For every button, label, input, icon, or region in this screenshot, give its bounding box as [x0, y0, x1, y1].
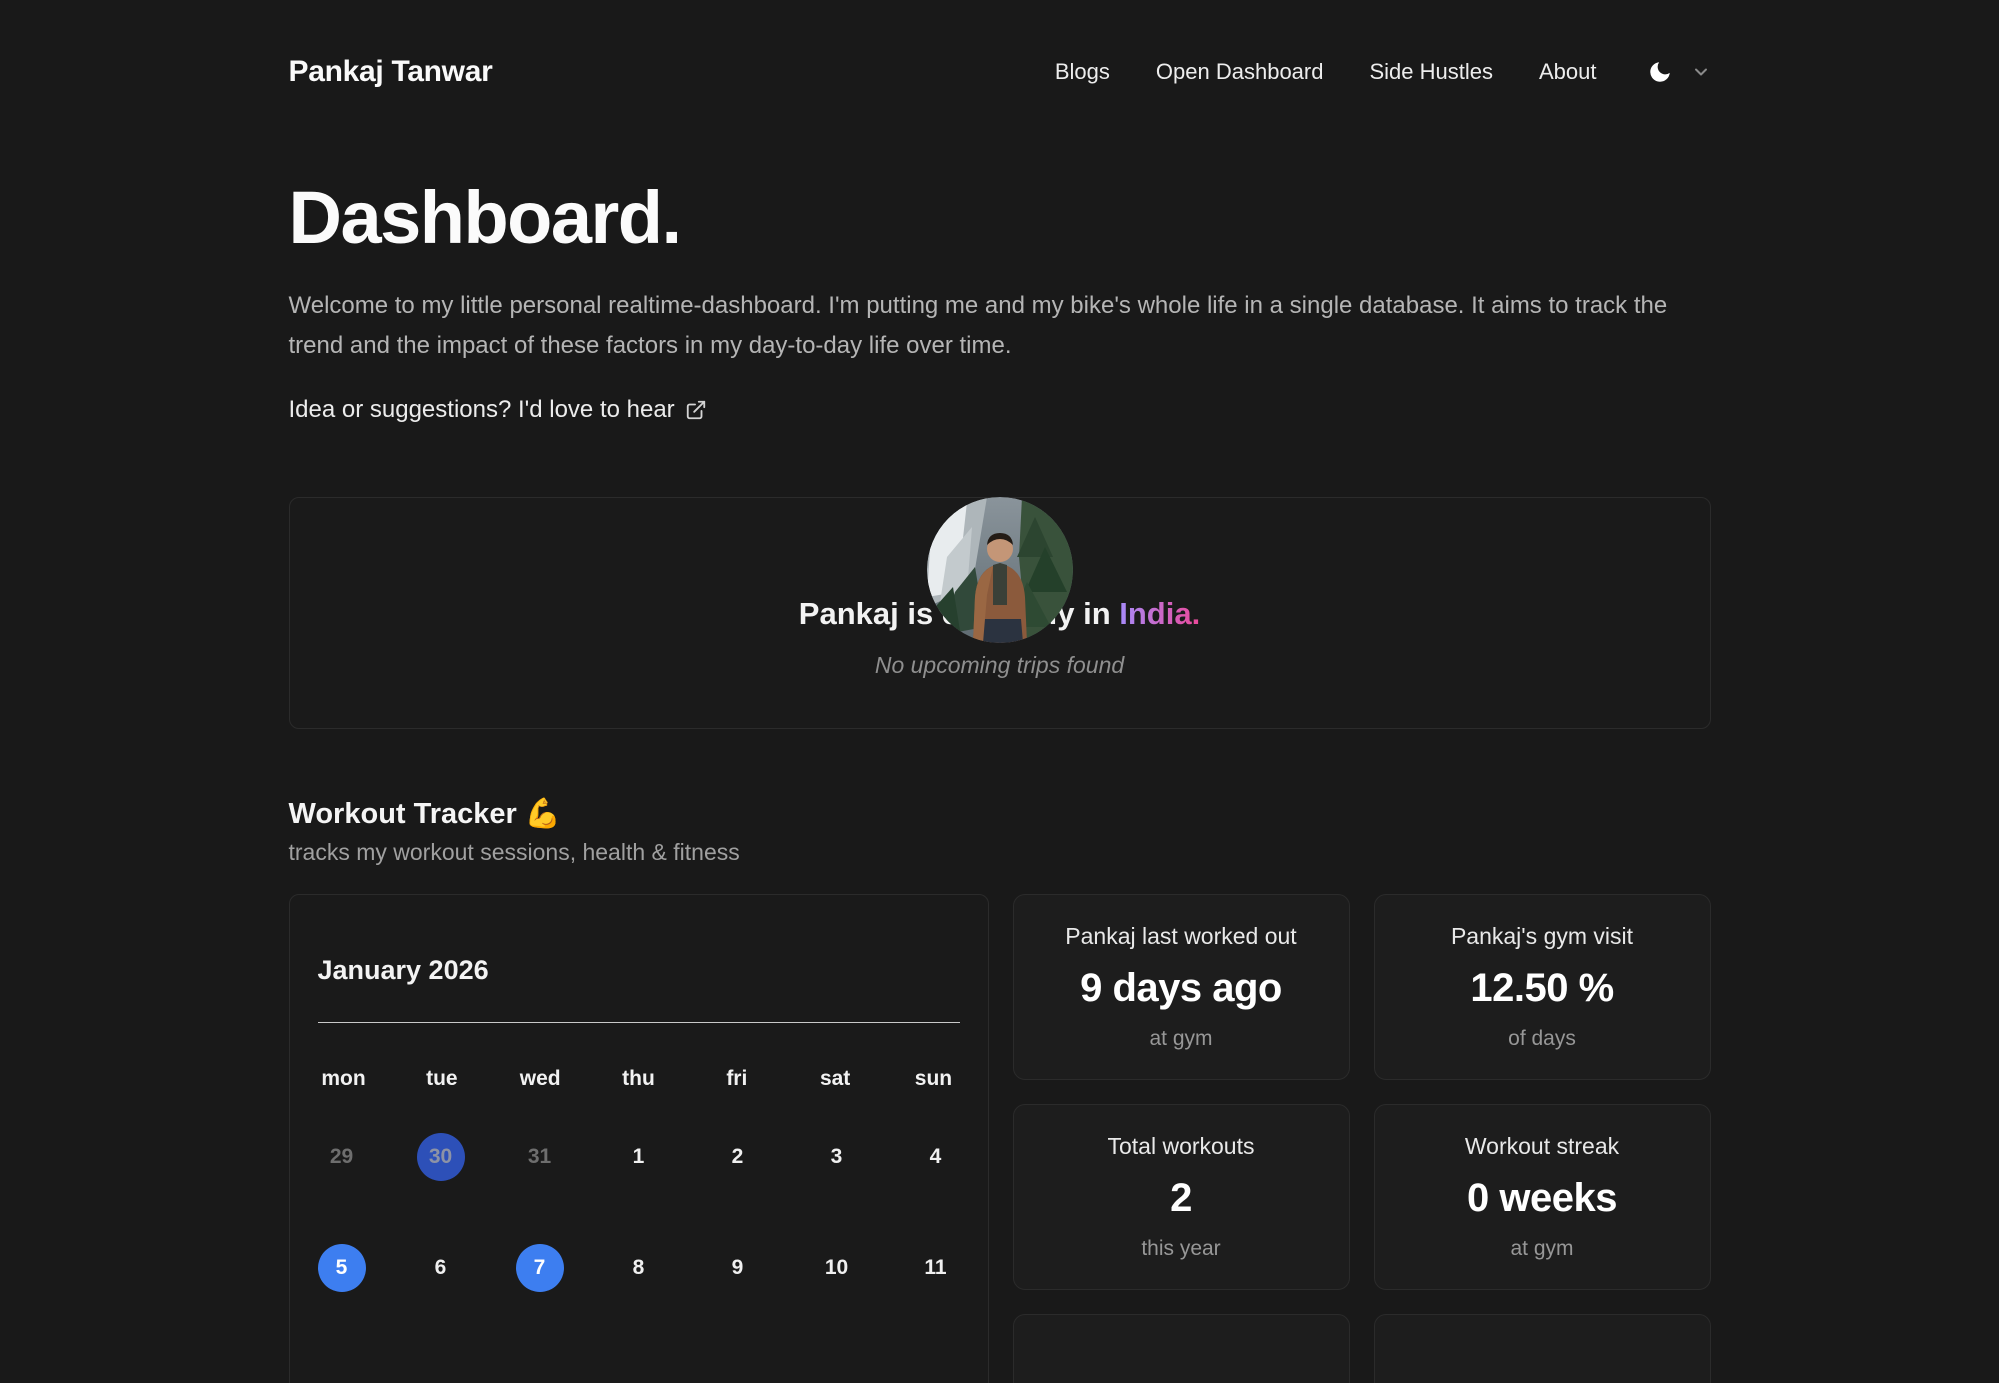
calendar-day: 4 [912, 1133, 960, 1181]
calendar-row: 5 6 7 8 9 10 11 [318, 1244, 960, 1292]
trip-status: No upcoming trips found [875, 652, 1124, 679]
calendar-day: 11 [912, 1244, 960, 1292]
theme-controls [1647, 59, 1711, 85]
weekday-label: tue [416, 1067, 468, 1091]
calendar-card: January 2026 mon tue wed thu fri sat sun… [289, 894, 989, 1383]
stat-card-placeholder [1013, 1314, 1350, 1383]
stat-card-last-workout: Pankaj last worked out 9 days ago at gym [1013, 894, 1350, 1080]
calendar-day: 9 [714, 1244, 762, 1292]
nav-about[interactable]: About [1539, 59, 1597, 85]
stat-value: 2 [1170, 1176, 1192, 1221]
calendar-day: 2 [714, 1133, 762, 1181]
nav-side-hustles[interactable]: Side Hustles [1369, 59, 1493, 85]
avatar [927, 497, 1073, 643]
stat-label: Pankaj last worked out [1065, 923, 1296, 950]
stat-caption: at gym [1149, 1027, 1212, 1051]
chevron-down-icon[interactable] [1691, 62, 1711, 82]
calendar-day: 8 [615, 1244, 663, 1292]
stat-card-total-workouts: Total workouts 2 this year [1013, 1104, 1350, 1290]
main-nav: Blogs Open Dashboard Side Hustles About [1055, 59, 1711, 85]
calendar-day: 10 [813, 1244, 861, 1292]
trip-location: India. [1119, 596, 1200, 631]
calendar-day: 6 [417, 1244, 465, 1292]
nav-blogs[interactable]: Blogs [1055, 59, 1110, 85]
trip-section: Pankaj is currently in India. No upcomin… [289, 497, 1711, 729]
stat-card-placeholder [1374, 1314, 1711, 1383]
stat-caption: this year [1141, 1237, 1220, 1261]
stat-caption: at gym [1510, 1237, 1573, 1261]
calendar-day: 31 [516, 1133, 564, 1181]
calendar-weekday-row: mon tue wed thu fri sat sun [318, 1067, 960, 1091]
calendar-day-workout: 7 [516, 1244, 564, 1292]
header: Pankaj Tanwar Blogs Open Dashboard Side … [289, 0, 1711, 89]
stat-value: 9 days ago [1080, 966, 1282, 1011]
stat-value: 12.50 % [1470, 966, 1613, 1011]
calendar-day-workout: 30 [417, 1133, 465, 1181]
calendar-divider [318, 1022, 960, 1023]
external-link-icon [685, 399, 707, 421]
calendar-row: 29 30 31 1 2 3 4 [318, 1133, 960, 1181]
calendar-day: 3 [813, 1133, 861, 1181]
weekday-label: sat [809, 1067, 861, 1091]
weekday-label: mon [318, 1067, 370, 1091]
stats-grid: Pankaj last worked out 9 days ago at gym… [1013, 894, 1711, 1383]
stat-card-gym-visit: Pankaj's gym visit 12.50 % of days [1374, 894, 1711, 1080]
weekday-label: sun [907, 1067, 959, 1091]
calendar-day: 29 [318, 1133, 366, 1181]
site-logo[interactable]: Pankaj Tanwar [289, 55, 493, 89]
calendar-day-workout: 5 [318, 1244, 366, 1292]
weekday-label: wed [514, 1067, 566, 1091]
stat-caption: of days [1508, 1027, 1576, 1051]
feedback-link[interactable]: Idea or suggestions? I'd love to hear [289, 396, 707, 424]
weekday-label: thu [612, 1067, 664, 1091]
nav-open-dashboard[interactable]: Open Dashboard [1156, 59, 1324, 85]
stat-card-workout-streak: Workout streak 0 weeks at gym [1374, 1104, 1711, 1290]
stat-label: Pankaj's gym visit [1451, 923, 1633, 950]
stat-label: Workout streak [1465, 1133, 1619, 1160]
page-title: Dashboard. [289, 175, 1711, 260]
calendar-day: 1 [615, 1133, 663, 1181]
feedback-link-label: Idea or suggestions? I'd love to hear [289, 396, 675, 424]
moon-icon[interactable] [1647, 59, 1673, 85]
weekday-label: fri [711, 1067, 763, 1091]
stat-label: Total workouts [1107, 1133, 1254, 1160]
hero-intro-text: Welcome to my little personal realtime-d… [289, 286, 1699, 366]
stat-value: 0 weeks [1467, 1176, 1617, 1221]
workout-grid: January 2026 mon tue wed thu fri sat sun… [289, 894, 1711, 1383]
workout-subtitle: tracks my workout sessions, health & fit… [289, 839, 1711, 866]
workout-heading: Workout Tracker 💪 [289, 797, 1711, 831]
calendar-month-title: January 2026 [318, 955, 960, 986]
